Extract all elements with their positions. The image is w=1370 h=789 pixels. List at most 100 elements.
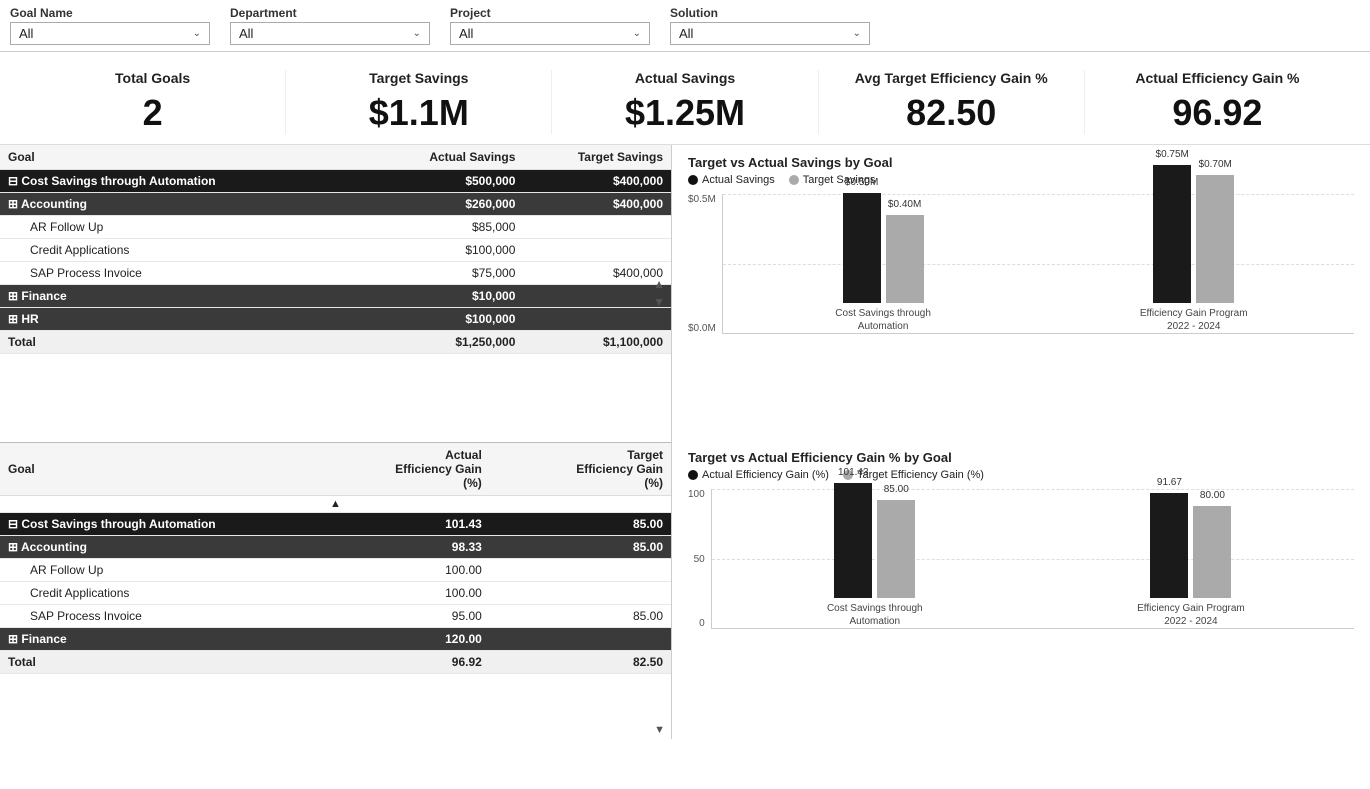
bar-group: 91.6780.00Efficiency Gain Program2022 - … xyxy=(1048,493,1334,628)
actual-bar: $0.50M xyxy=(843,193,881,303)
filter-goalname: Goal Name All ⌄ xyxy=(10,6,210,45)
row-goal-label: ⊞ Finance xyxy=(0,627,309,650)
table-row: AR Follow Up100.00 xyxy=(0,558,671,581)
kpi-target-savings-title: Target Savings xyxy=(296,70,541,86)
efficiency-table: Goal ActualEfficiency Gain(%) TargetEffi… xyxy=(0,443,671,674)
row-target-savings: $1,100,000 xyxy=(523,331,671,354)
kpi-actual-eff-value: 96.92 xyxy=(1095,92,1340,134)
kpi-actual-savings-value: $1.25M xyxy=(562,92,807,134)
kpi-total-goals-value: 2 xyxy=(30,92,275,134)
scroll-down-btn-2[interactable]: ▼ xyxy=(650,723,669,737)
left-panel: Goal Actual Savings Target Savings ⊟ Cos… xyxy=(0,145,672,739)
target-bar: $0.40M xyxy=(886,215,924,303)
y-label-100: 100 xyxy=(688,489,705,500)
row-target-eff xyxy=(490,558,671,581)
filter-project: Project All ⌄ xyxy=(450,6,650,45)
row-actual-eff: 100.00 xyxy=(309,581,490,604)
col-actual-eff-header: ActualEfficiency Gain(%) xyxy=(309,443,490,496)
actual-bar: $0.75M xyxy=(1153,165,1191,303)
scroll-up-btn-1[interactable]: ▲ xyxy=(649,276,669,292)
row-goal-label: ⊟ Cost Savings through Automation xyxy=(0,512,309,535)
row-target-savings xyxy=(523,239,671,262)
filter-solution: Solution All ⌄ xyxy=(670,6,870,45)
bar-group: $0.75M$0.70MEfficiency Gain Program2022 … xyxy=(1053,165,1334,333)
chart2-title: Target vs Actual Efficiency Gain % by Go… xyxy=(688,450,1354,465)
row-target-savings: $400,000 xyxy=(523,193,671,216)
row-actual-eff: 120.00 xyxy=(309,627,490,650)
filter-goalname-select[interactable]: All ⌄ xyxy=(10,22,210,45)
table-row: Credit Applications$100,000 xyxy=(0,239,671,262)
table-row: ⊞ HR$100,000 xyxy=(0,308,671,331)
row-goal-label: Total xyxy=(0,331,376,354)
row-goal-label: Total xyxy=(0,650,309,673)
scroll-down-btn-1[interactable]: ▼ xyxy=(649,294,669,310)
filter-department-label: Department xyxy=(230,6,430,20)
filter-department: Department All ⌄ xyxy=(230,6,430,45)
y-label-0: 0 xyxy=(699,618,705,629)
filter-solution-label: Solution xyxy=(670,6,870,20)
table-row: ⊞ Accounting98.3385.00 xyxy=(0,535,671,558)
row-actual-savings: $100,000 xyxy=(376,239,524,262)
actual-eff-dot xyxy=(688,470,698,480)
x-axis-label: Cost Savings throughAutomation xyxy=(827,602,923,628)
actual-bar-label: 101.43 xyxy=(838,467,869,478)
filter-project-label: Project xyxy=(450,6,650,20)
col-target-savings-header: Target Savings xyxy=(523,145,671,170)
chevron-down-icon: ⌄ xyxy=(413,28,421,39)
row-goal-label: SAP Process Invoice xyxy=(0,604,309,627)
target-bar-label: $0.40M xyxy=(888,199,921,210)
filter-goalname-value: All xyxy=(19,26,33,41)
kpi-total-goals: Total Goals 2 xyxy=(20,70,286,134)
target-savings-dot xyxy=(789,175,799,185)
filter-department-select[interactable]: All ⌄ xyxy=(230,22,430,45)
y-label-50: 50 xyxy=(694,554,705,565)
actual-bar-label: $0.50M xyxy=(845,177,878,188)
filter-solution-select[interactable]: All ⌄ xyxy=(670,22,870,45)
row-goal-label: ⊞ Finance xyxy=(0,285,376,308)
table-row: SAP Process Invoice$75,000$400,000 xyxy=(0,262,671,285)
row-target-savings xyxy=(523,308,671,331)
chart2-y-axis: 100 50 0 xyxy=(688,489,711,629)
kpi-total-goals-title: Total Goals xyxy=(30,70,275,86)
y-label-0.5m: $0.5M xyxy=(688,194,716,205)
chart1-legend-actual: Actual Savings xyxy=(688,174,775,186)
chevron-down-icon: ⌄ xyxy=(193,28,201,39)
row-actual-savings: $75,000 xyxy=(376,262,524,285)
scroll-up-indicator[interactable]: ▲ xyxy=(0,495,671,512)
kpi-actual-eff-title: Actual Efficiency Gain % xyxy=(1095,70,1340,86)
row-actual-savings: $85,000 xyxy=(376,216,524,239)
savings-table-section: Goal Actual Savings Target Savings ⊟ Cos… xyxy=(0,145,671,443)
right-panel: Target vs Actual Savings by Goal Actual … xyxy=(672,145,1370,739)
chart1-bars: $0.50M$0.40MCost Savings throughAutomati… xyxy=(722,194,1354,334)
target-bar: 85.00 xyxy=(877,500,915,598)
savings-table: Goal Actual Savings Target Savings ⊟ Cos… xyxy=(0,145,671,354)
row-goal-label: AR Follow Up xyxy=(0,558,309,581)
target-bar: $0.70M xyxy=(1196,175,1234,303)
row-goal-label: Credit Applications xyxy=(0,239,376,262)
savings-table-container[interactable]: Goal Actual Savings Target Savings ⊟ Cos… xyxy=(0,145,671,442)
chevron-down-icon: ⌄ xyxy=(853,28,861,39)
table-row: Total$1,250,000$1,100,000 xyxy=(0,331,671,354)
row-target-eff: 85.00 xyxy=(490,604,671,627)
row-actual-eff: 100.00 xyxy=(309,558,490,581)
row-actual-eff: 95.00 xyxy=(309,604,490,627)
row-target-eff xyxy=(490,581,671,604)
row-actual-savings: $500,000 xyxy=(376,170,524,193)
kpi-target-savings-value: $1.1M xyxy=(296,92,541,134)
table-row: ⊞ Accounting$260,000$400,000 xyxy=(0,193,671,216)
row-goal-label: SAP Process Invoice xyxy=(0,262,376,285)
filter-bar: Goal Name All ⌄ Department All ⌄ Project… xyxy=(0,0,1370,52)
row-goal-label: ⊟ Cost Savings through Automation xyxy=(0,170,376,193)
chart2-legend-actual: Actual Efficiency Gain (%) xyxy=(688,469,829,481)
efficiency-table-container[interactable]: Goal ActualEfficiency Gain(%) TargetEffi… xyxy=(0,443,671,740)
row-target-eff: 85.00 xyxy=(490,535,671,558)
row-goal-label: Credit Applications xyxy=(0,581,309,604)
table-row: ⊞ Finance120.00 xyxy=(0,627,671,650)
kpi-avg-target-eff: Avg Target Efficiency Gain % 82.50 xyxy=(819,70,1085,134)
chart2-section: Target vs Actual Efficiency Gain % by Go… xyxy=(688,450,1354,729)
kpi-avg-target-eff-value: 82.50 xyxy=(829,92,1074,134)
table-row: ⊟ Cost Savings through Automation101.438… xyxy=(0,512,671,535)
row-actual-savings: $260,000 xyxy=(376,193,524,216)
filter-project-select[interactable]: All ⌄ xyxy=(450,22,650,45)
col-target-eff-header: TargetEfficiency Gain(%) xyxy=(490,443,671,496)
